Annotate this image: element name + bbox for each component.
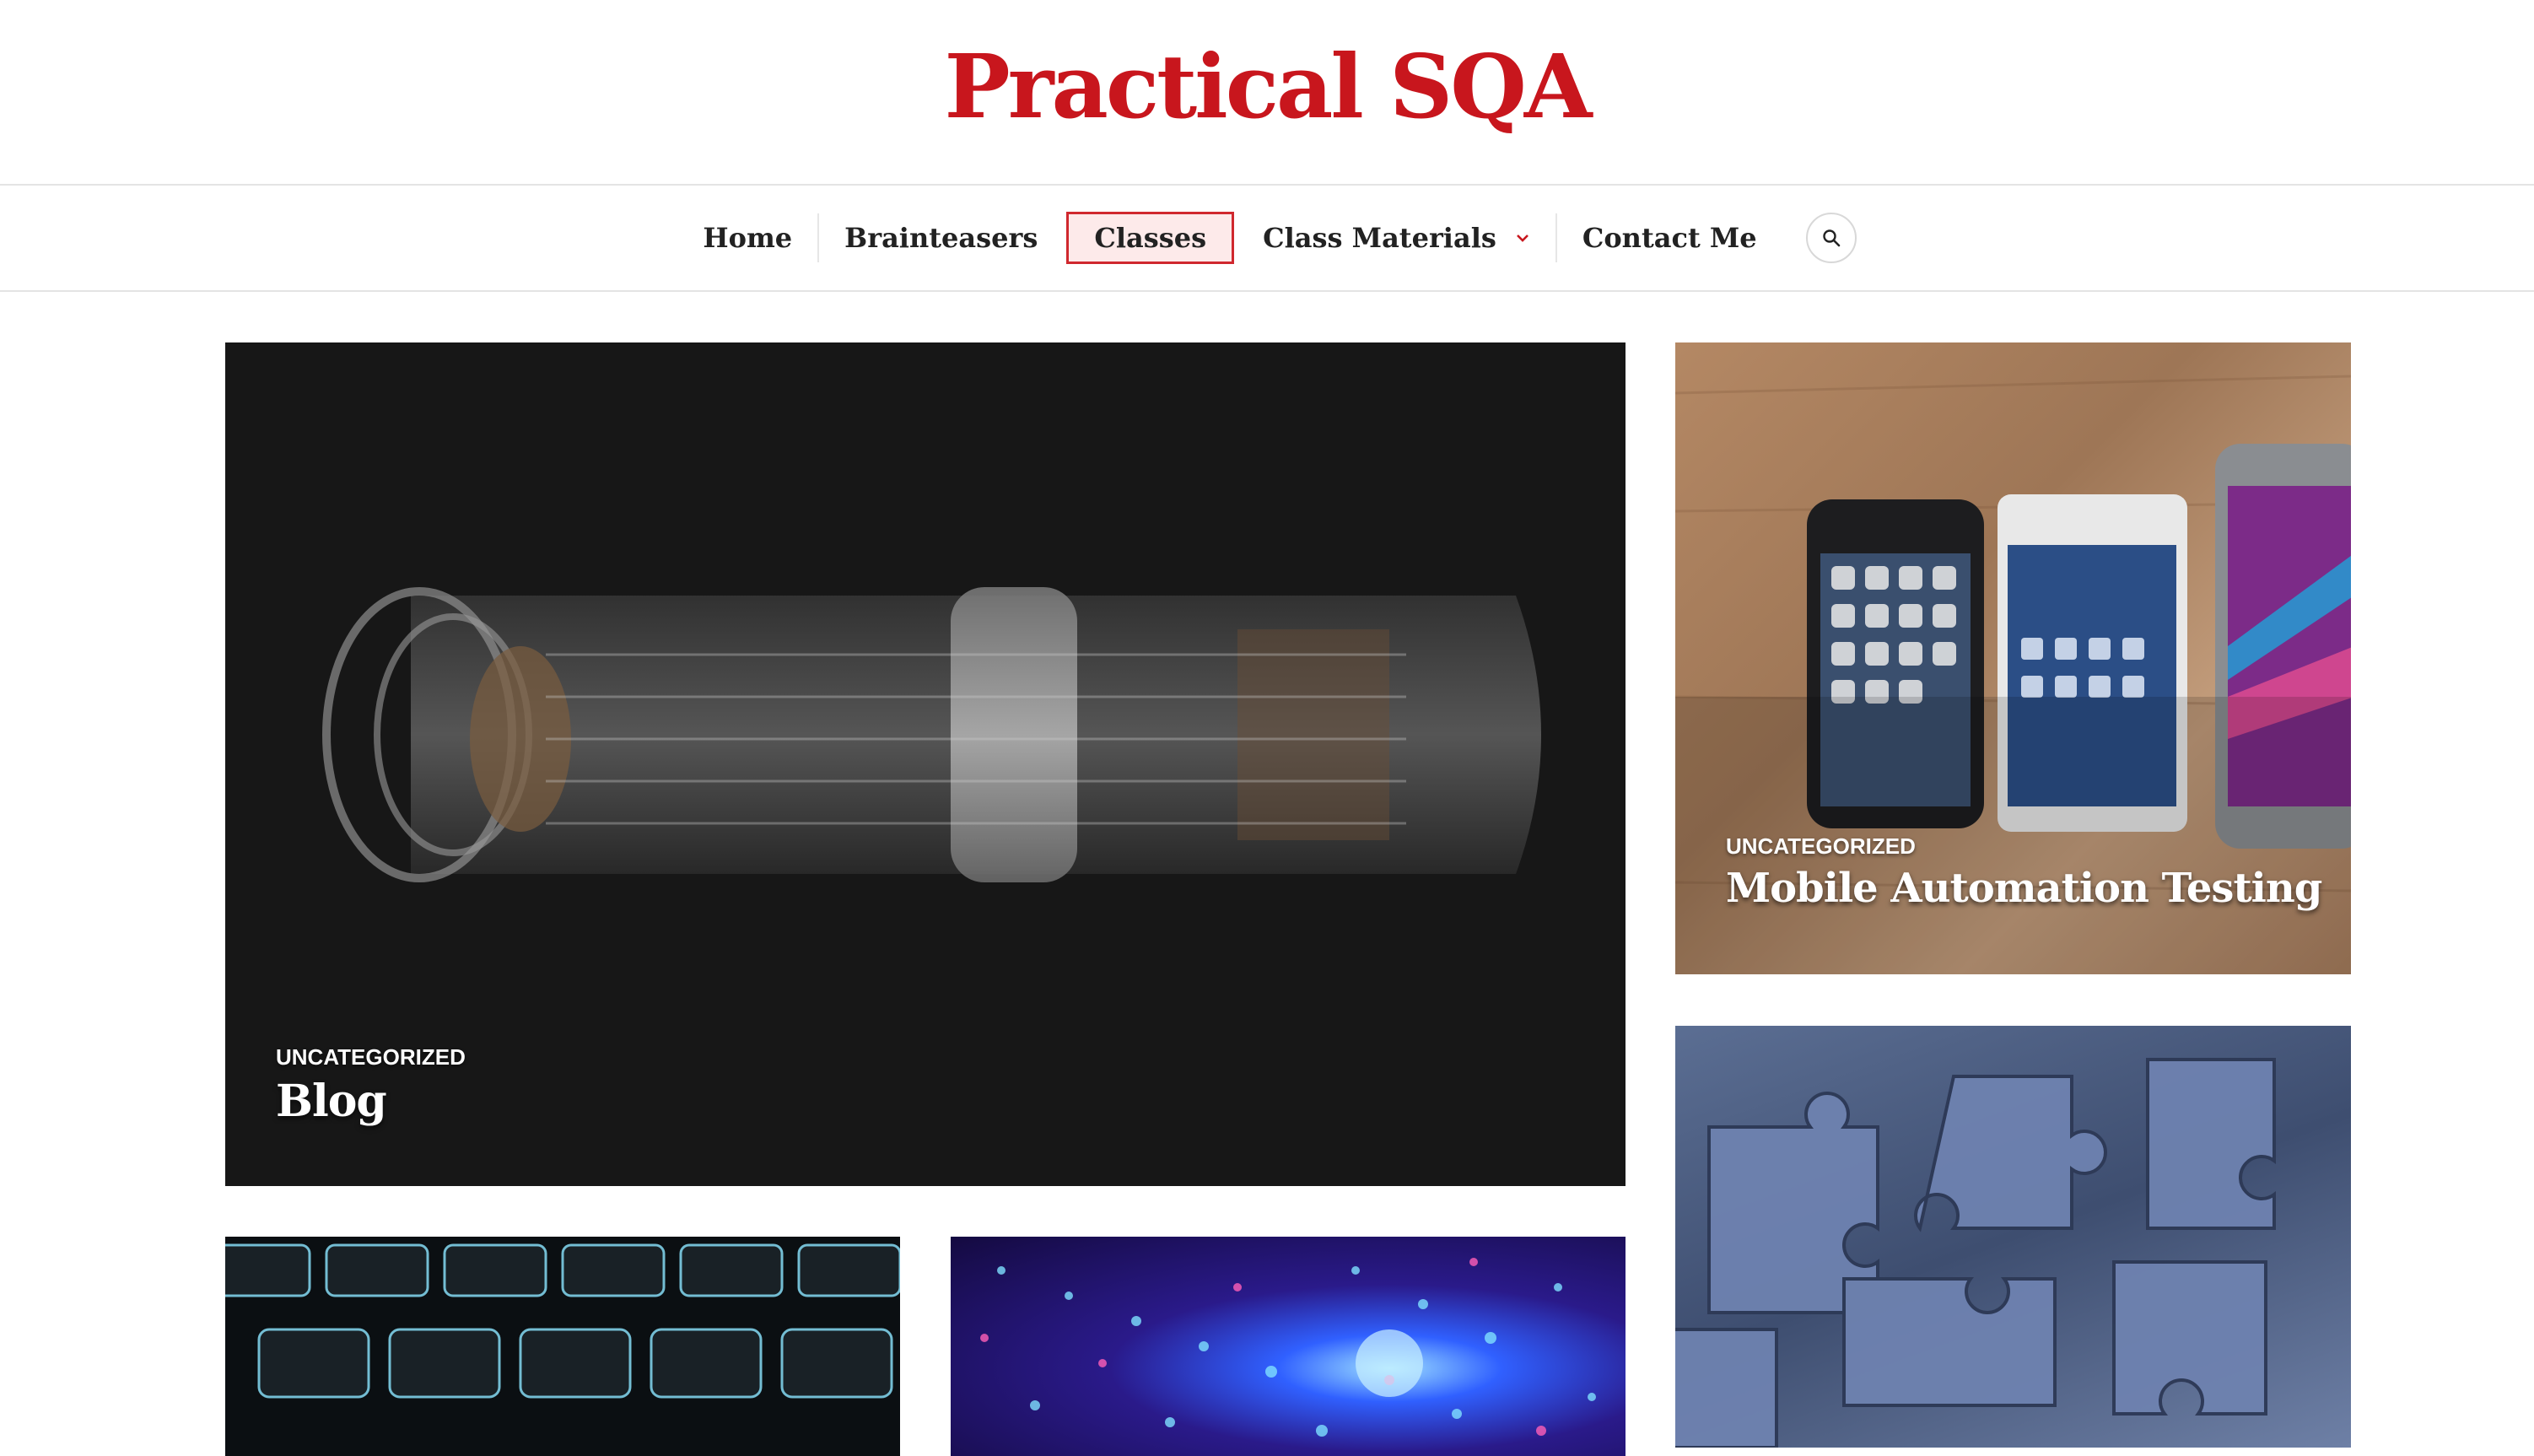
nav-item-brainteasers[interactable]: Brainteasers <box>819 213 1063 263</box>
post-category[interactable]: UNCATEGORIZED <box>276 1044 466 1070</box>
post-card-puzzle[interactable] <box>1675 1026 2351 1448</box>
nav-item-contact-me[interactable]: Contact Me <box>1557 213 1782 263</box>
post-meta: UNCATEGORIZED Blog <box>276 1044 466 1127</box>
nav-item-class-materials[interactable]: Class Materials <box>1237 213 1555 263</box>
post-meta: UNCATEGORIZED Mobile Automation Testing <box>1726 833 2322 912</box>
post-card-mobile-automation[interactable]: UNCATEGORIZED Mobile Automation Testing <box>1675 342 2351 974</box>
post-card-blog[interactable]: UNCATEGORIZED Blog <box>225 342 1626 1186</box>
puzzle-pieces-image <box>1675 1058 2276 1448</box>
light-tunnel-image <box>980 1258 1596 1437</box>
nav-item-home[interactable]: Home <box>677 213 817 263</box>
nav-item-label: Class Materials <box>1263 222 1496 254</box>
keyboard-image <box>225 1243 900 1399</box>
nav-item-classes[interactable]: Classes <box>1066 212 1235 264</box>
search-button[interactable] <box>1805 213 1857 263</box>
post-category[interactable]: UNCATEGORIZED <box>1726 833 2321 860</box>
post-card-lights[interactable] <box>951 1237 1626 1456</box>
post-title[interactable]: Blog <box>276 1076 466 1127</box>
site-title[interactable]: Practical SQA <box>0 32 2534 142</box>
main-nav: Home Brainteasers Classes Class Material… <box>0 186 2534 292</box>
site-header: Practical SQA <box>0 0 2534 186</box>
post-card-keyboard[interactable] <box>225 1237 900 1456</box>
search-icon <box>1821 228 1841 248</box>
post-title[interactable]: Mobile Automation Testing <box>1726 865 2322 912</box>
chevron-down-icon[interactable] <box>1515 230 1530 245</box>
